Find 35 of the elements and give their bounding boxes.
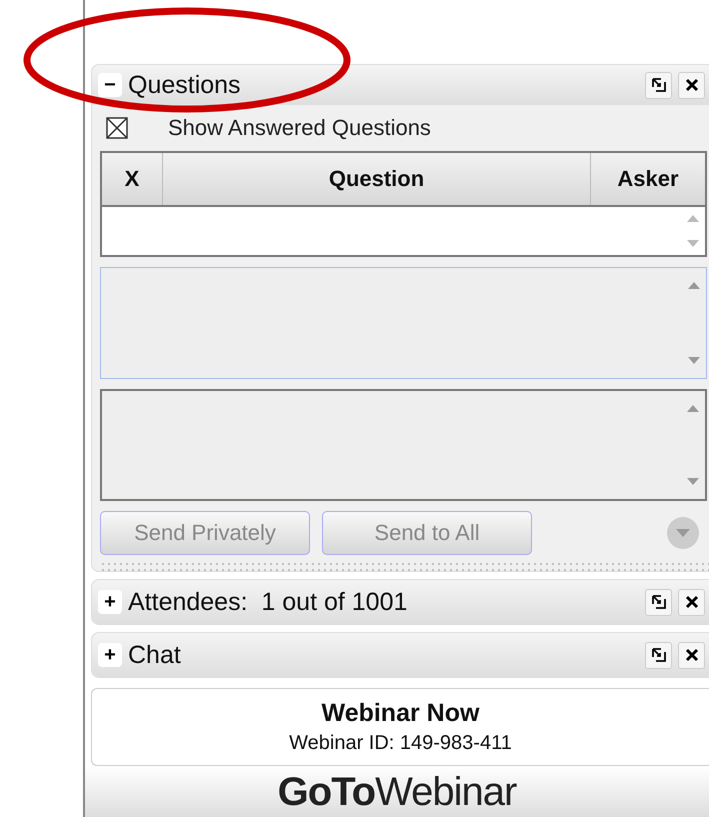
close-button[interactable] (678, 642, 705, 668)
expand-button[interactable]: + (98, 590, 122, 614)
scroll-up-icon[interactable] (686, 403, 700, 413)
scroll-down-icon[interactable] (687, 356, 701, 366)
undock-icon (652, 595, 666, 609)
column-header[interactable]: Asker (591, 153, 705, 205)
panel-title: Attendees: 1 out of 1001 (128, 588, 408, 616)
scroll-up-icon[interactable] (687, 280, 701, 290)
panel-title: Chat (128, 640, 181, 670)
checkbox[interactable] (106, 117, 128, 139)
undock-icon (652, 78, 666, 92)
column-header[interactable]: Question (163, 153, 591, 205)
undock-button[interactable] (645, 642, 672, 668)
checkbox-label: Show Answered Questions (168, 115, 431, 141)
scroll-down-icon[interactable] (686, 239, 700, 249)
logo: GoToWebinar (278, 770, 516, 815)
webinar-title: Webinar Now (322, 699, 480, 728)
undock-icon (652, 648, 666, 662)
expand-button[interactable]: + (98, 643, 122, 667)
close-icon (684, 595, 698, 609)
column-header[interactable]: X (102, 153, 163, 205)
collapse-button[interactable]: − (98, 73, 122, 97)
panel-title: Questions (128, 70, 241, 100)
text-area[interactable] (100, 389, 707, 501)
webinar-id: Webinar ID: 149-983-411 (289, 732, 512, 755)
scroll-up-icon[interactable] (686, 213, 700, 223)
undock-button[interactable] (645, 588, 672, 616)
scroll-down-icon[interactable] (686, 477, 700, 487)
close-icon (684, 78, 698, 92)
text-area[interactable] (100, 267, 707, 379)
close-icon (684, 648, 698, 662)
undock-button[interactable] (645, 72, 672, 98)
close-button[interactable] (678, 72, 705, 98)
dropdown-icon[interactable] (665, 515, 701, 551)
close-button[interactable] (678, 588, 705, 616)
